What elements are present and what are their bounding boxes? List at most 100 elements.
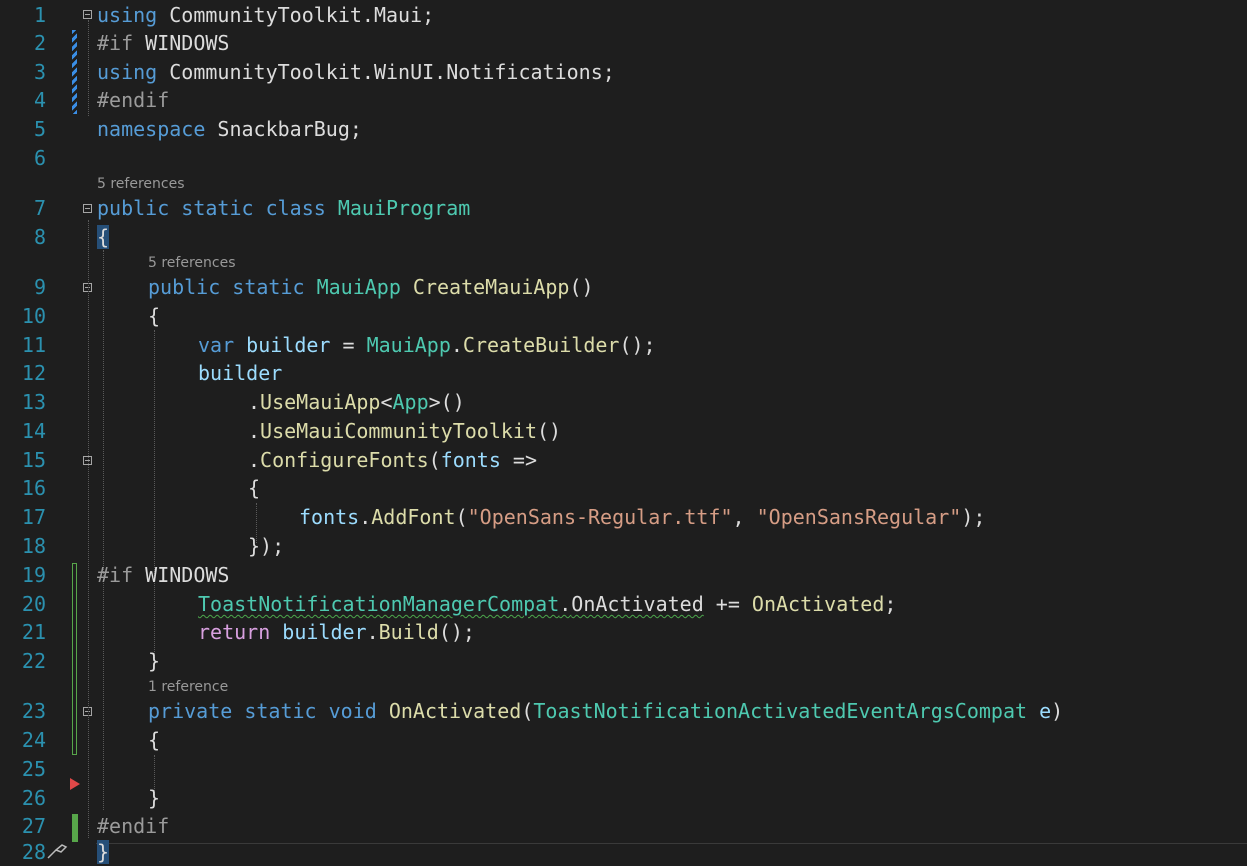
namespace-name: CommunityToolkit.Maui;: [157, 3, 435, 27]
line-number: 1: [33, 3, 46, 27]
method-name: UseMauiApp: [260, 390, 381, 414]
punctuation: (): [537, 419, 562, 443]
code-line: .UseMauiCommunityToolkit(): [248, 417, 561, 445]
type-name: App: [392, 390, 429, 414]
code-line: public static class MauiProgram: [97, 194, 470, 222]
changed-lines-marker: [72, 30, 77, 114]
punctuation: >(): [428, 390, 465, 414]
keyword: namespace: [97, 117, 206, 141]
punctuation: ();: [438, 620, 475, 644]
line-number: 12: [21, 361, 46, 385]
code-line: fonts.AddFont("OpenSans-Regular.ttf", "O…: [299, 503, 985, 531]
type-name: MauiApp: [304, 275, 401, 299]
line-number: 15: [21, 448, 46, 472]
code-line: .ConfigureFonts(fonts =>: [248, 446, 537, 474]
type-name: MauiApp: [366, 333, 451, 357]
punctuation: ,: [732, 505, 757, 529]
punctuation: .: [248, 390, 261, 414]
codelens-references[interactable]: 5 references: [148, 254, 236, 272]
punctuation: (: [455, 505, 468, 529]
parameter: fonts: [299, 505, 360, 529]
line-number: 13: [21, 390, 46, 414]
line-number: 18: [21, 534, 46, 558]
brace: {: [97, 225, 110, 249]
quick-actions-icon[interactable]: [46, 840, 68, 859]
parameter: e: [1027, 699, 1052, 723]
preprocessor-symbol: WINDOWS: [133, 31, 230, 55]
keyword: public: [148, 275, 221, 299]
collapse-icon[interactable]: [83, 204, 92, 213]
code-line: {: [248, 474, 260, 502]
code-editor[interactable]: 1 2 3 4 5 6 7 8 9 10 11 12 13 14 15 16 1…: [0, 0, 1247, 864]
method-name: OnActivated: [751, 592, 885, 616]
outline-guide: [88, 20, 89, 116]
namespace-name: CommunityToolkit.WinUI.Notifications;: [157, 60, 615, 84]
method-name: CreateBuilder: [462, 333, 620, 357]
line-number: 4: [33, 88, 46, 112]
line-number: 10: [21, 304, 46, 328]
keyword: static: [169, 196, 254, 220]
line-number: 9: [33, 275, 46, 299]
code-line: {: [148, 302, 160, 330]
code-line: #if WINDOWS: [97, 561, 229, 589]
code-line: .UseMauiApp<App>(): [248, 388, 465, 416]
line-number: 19: [21, 563, 46, 587]
line-number: 16: [21, 476, 46, 500]
keyword: public: [97, 196, 170, 220]
variable: builder: [234, 333, 331, 357]
keyword: return: [198, 620, 271, 644]
keyword: var: [198, 333, 235, 357]
method-name: ConfigureFonts: [260, 448, 429, 472]
type-name: ToastNotificationManagerCompat: [198, 592, 560, 616]
code-line: private static void OnActivated(ToastNot…: [148, 697, 1063, 725]
line-number: 6: [33, 146, 46, 170]
type-name: ToastNotificationActivatedEventArgsCompa…: [533, 699, 1028, 723]
string-literal: "OpenSansRegular": [756, 505, 962, 529]
breakpoint-arrow-icon[interactable]: [70, 778, 80, 790]
punctuation: .: [559, 592, 572, 616]
saved-change-marker: [72, 814, 78, 842]
punctuation: .: [248, 419, 261, 443]
punctuation: (: [428, 448, 441, 472]
outline-guide: [88, 220, 89, 838]
punctuation: ): [1051, 699, 1064, 723]
line-number: 23: [21, 699, 46, 723]
method-name: Build: [378, 620, 439, 644]
code-line: namespace SnackbarBug;: [97, 115, 362, 143]
parameter: fonts: [440, 448, 501, 472]
code-line: #endif: [97, 812, 169, 840]
collapse-icon[interactable]: [83, 10, 92, 19]
code-line: using CommunityToolkit.WinUI.Notificatio…: [97, 58, 615, 86]
punctuation: (): [569, 275, 594, 299]
variable: builder: [270, 620, 367, 644]
codelens-references[interactable]: 1 reference: [148, 678, 228, 696]
punctuation: });: [248, 534, 285, 558]
code-line: });: [248, 532, 284, 560]
method-name: OnActivated: [376, 699, 522, 723]
brace: {: [148, 728, 161, 752]
line-number: 7: [33, 196, 46, 220]
codelens-references[interactable]: 5 references: [97, 175, 185, 193]
indent-guide: [154, 330, 155, 660]
operator: =: [330, 333, 367, 357]
punctuation: ();: [619, 333, 656, 357]
line-number: 24: [21, 728, 46, 752]
preprocessor: #if: [97, 563, 134, 587]
caret-line-border: [96, 843, 1247, 844]
code-line: {: [148, 726, 160, 754]
line-number: 14: [21, 419, 46, 443]
method-name: CreateMauiApp: [400, 275, 570, 299]
line-number: 11: [21, 333, 46, 357]
line-number: 17: [21, 505, 46, 529]
brace: }: [148, 786, 161, 810]
code-line: return builder.Build();: [198, 618, 475, 646]
punctuation: );: [961, 505, 986, 529]
line-number: 20: [21, 592, 46, 616]
method-name: AddFont: [371, 505, 456, 529]
operator: =>: [500, 448, 538, 472]
variable: builder: [198, 361, 283, 385]
code-line: }: [97, 838, 110, 866]
line-number: 26: [21, 786, 46, 810]
line-number: 27: [21, 814, 46, 838]
line-number: 21: [21, 620, 46, 644]
